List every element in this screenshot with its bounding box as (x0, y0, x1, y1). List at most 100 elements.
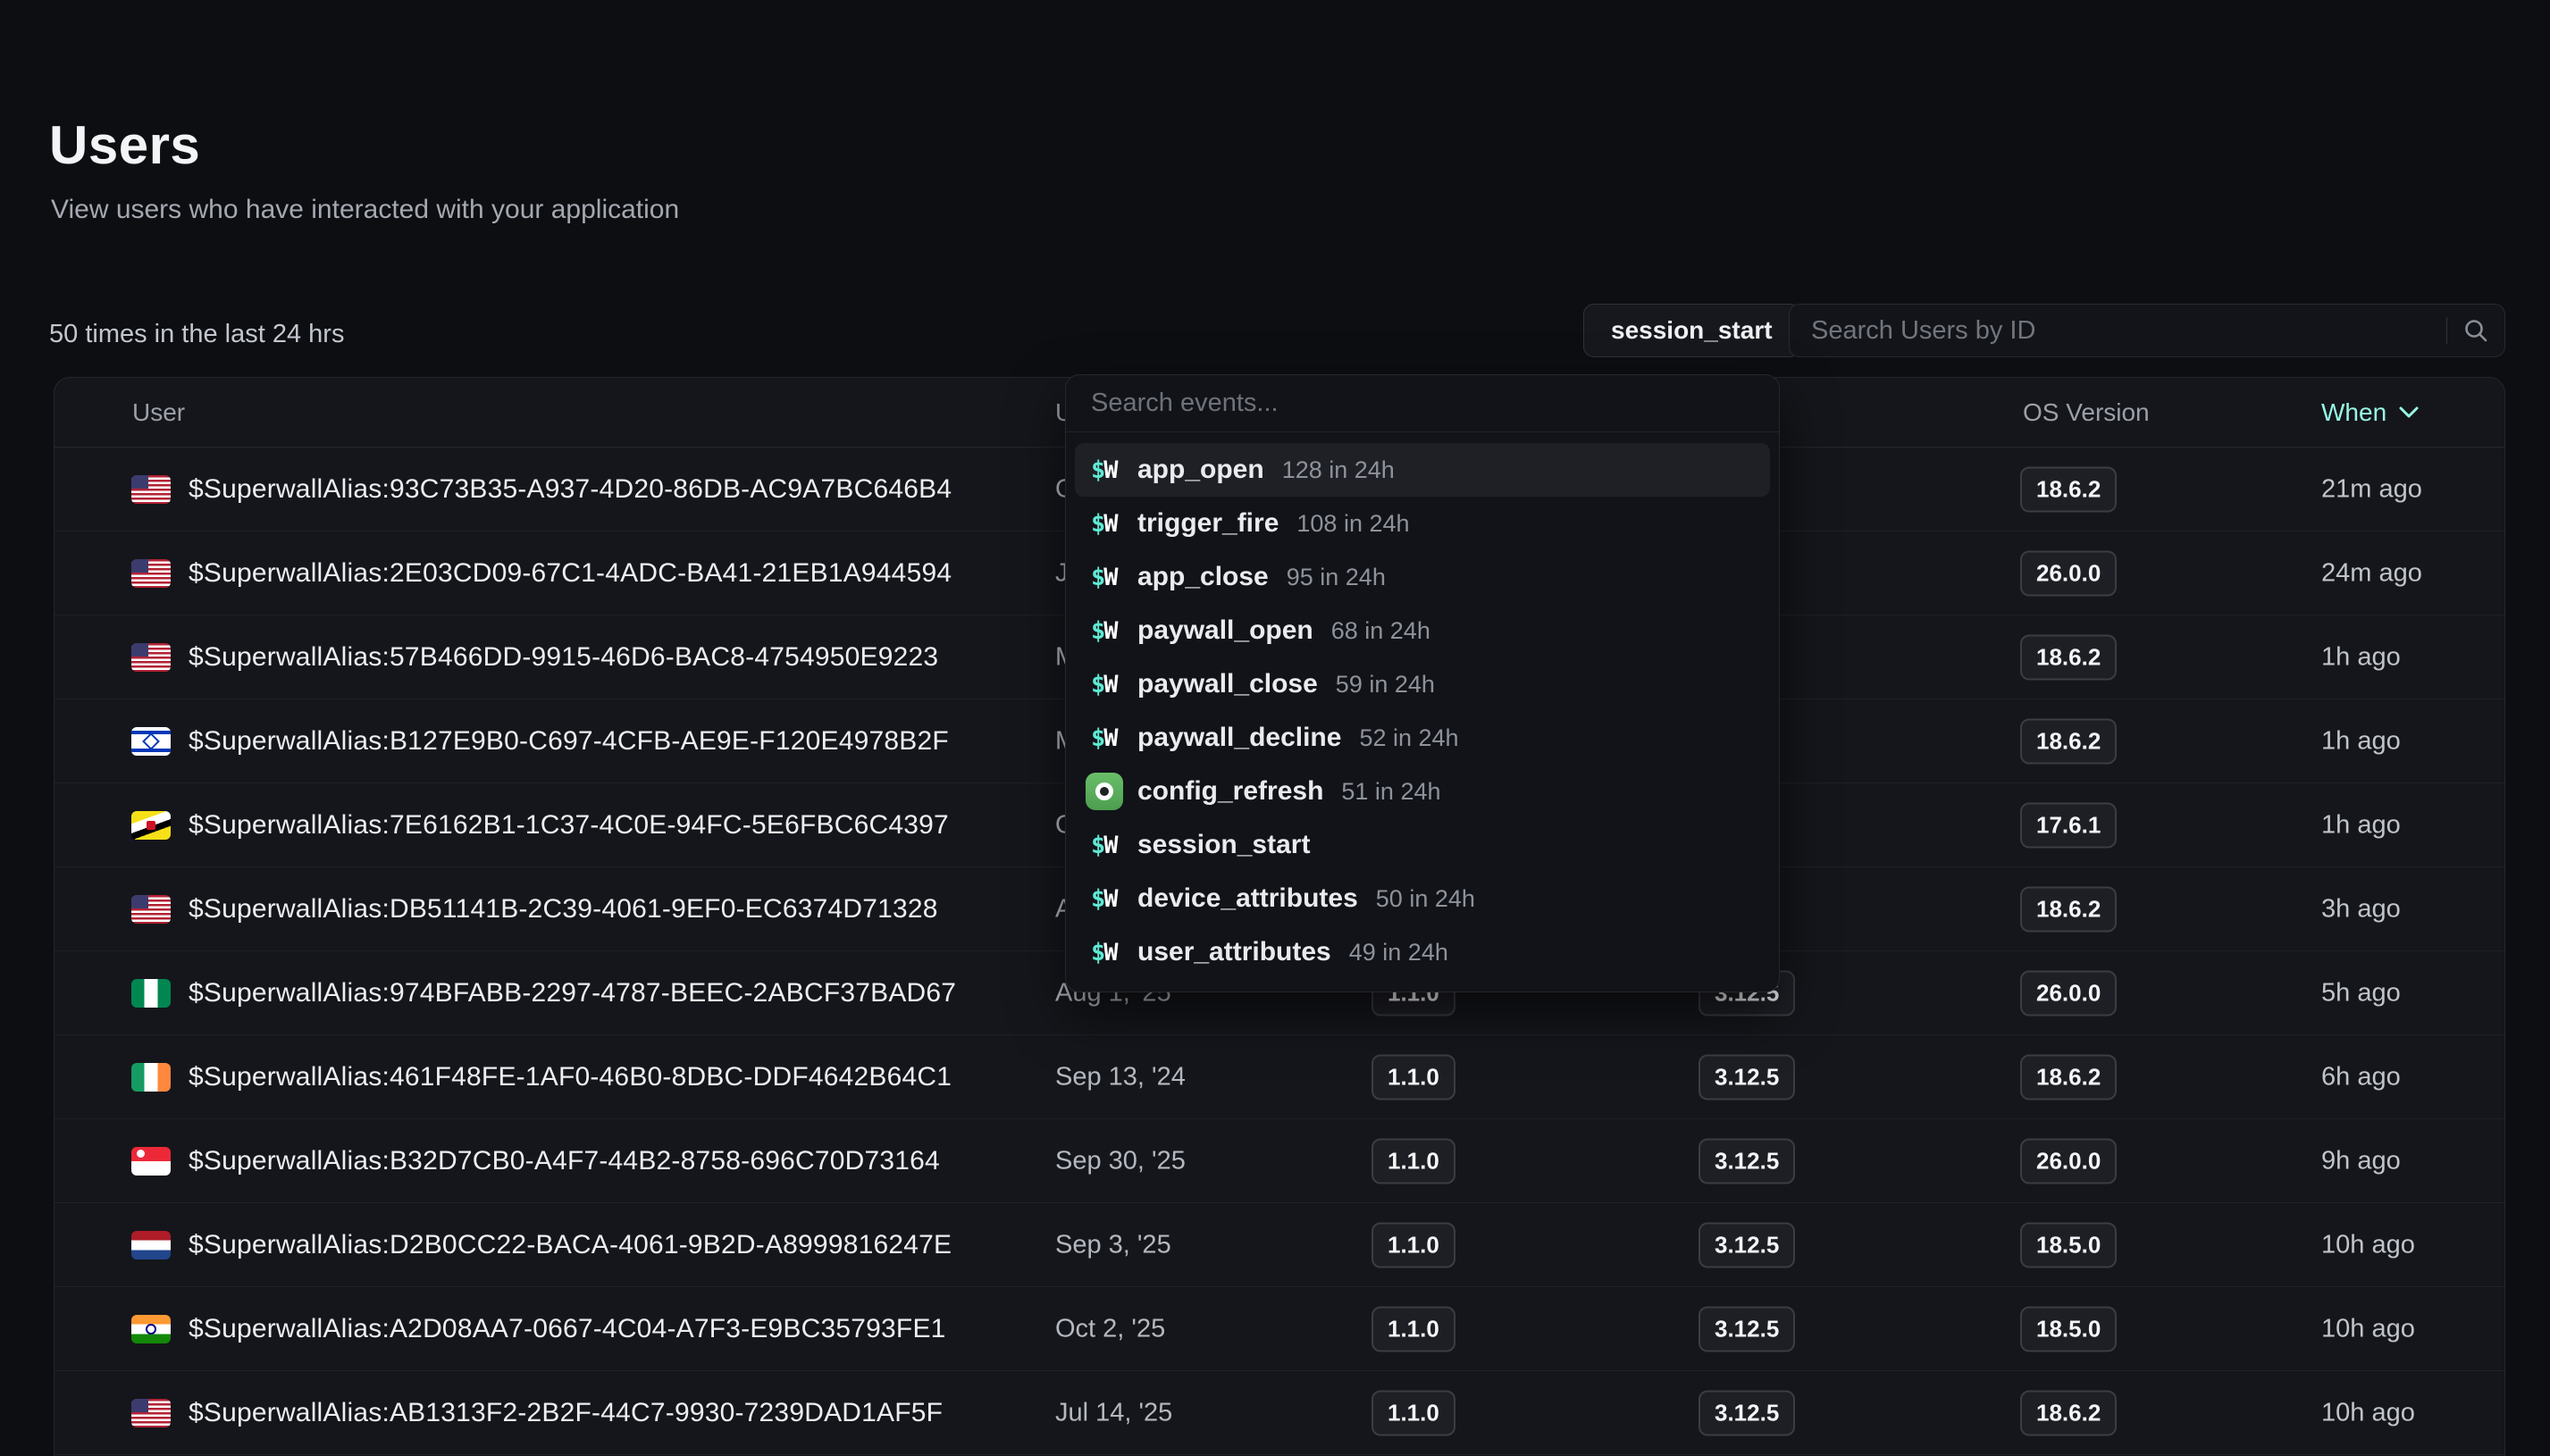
user-id: $SuperwallAlias:AB1313F2-2B2F-44C7-9930-… (189, 1398, 943, 1428)
header-when-sort[interactable]: When (2321, 398, 2419, 427)
user-search-input[interactable] (1790, 305, 2446, 356)
event-count: 52 in 24h (1359, 724, 1458, 752)
events-search-input[interactable] (1066, 375, 1779, 431)
event-count: 50 in 24h (1376, 885, 1475, 913)
when-value: 1h ago (2321, 642, 2401, 672)
superwall-event-icon: $W (1091, 617, 1137, 645)
sdk-version-badge: 1.1.0 (1371, 1390, 1455, 1435)
user-id: $SuperwallAlias:DB51141B-2C39-4061-9EF0-… (189, 894, 938, 925)
header-user: User (132, 398, 185, 427)
event-name: app_close (1137, 562, 1269, 592)
event-list-item[interactable]: $W user_attributes 49 in 24h (1075, 925, 1770, 979)
event-count: 68 in 24h (1331, 617, 1430, 645)
nl-flag-icon (131, 1231, 171, 1259)
os-version-badge: 17.6.1 (2020, 802, 2117, 848)
superwall-event-icon: $W (1091, 724, 1137, 752)
event-name: config_refresh (1137, 776, 1323, 807)
event-list-item[interactable]: $W session_start (1075, 818, 1770, 872)
event-name: app_open (1137, 455, 1264, 485)
when-value: 21m ago (2321, 474, 2422, 504)
when-value: 10h ago (2321, 1230, 2415, 1259)
event-filter-button[interactable]: session_start (1583, 304, 1800, 357)
sdk-version-badge: 1.1.0 (1371, 1054, 1455, 1100)
sdk-version-badge: 1.1.0 (1371, 1138, 1455, 1184)
event-name: paywall_close (1137, 669, 1318, 699)
user-id: $SuperwallAlias:2E03CD09-67C1-4ADC-BA41-… (189, 558, 952, 589)
event-list-item[interactable]: config_refresh 51 in 24h (1075, 765, 1770, 818)
us-flag-icon (131, 475, 171, 504)
users-page: Users View users who have interacted wit… (0, 0, 2550, 1456)
table-row[interactable]: $SuperwallAlias:D2B0CC22-BACA-4061-9B2D-… (55, 1203, 2504, 1287)
when-value: 9h ago (2321, 1146, 2401, 1176)
event-count: 59 in 24h (1336, 671, 1435, 699)
page-title: Users (49, 114, 200, 176)
when-value: 1h ago (2321, 810, 2401, 840)
app-version-badge: 3.12.5 (1699, 1222, 1795, 1268)
user-id: $SuperwallAlias:D2B0CC22-BACA-4061-9B2D-… (189, 1230, 952, 1260)
os-version-badge: 26.0.0 (2020, 1138, 2117, 1184)
user-id: $SuperwallAlias:B127E9B0-C697-4CFB-AE9E-… (189, 726, 949, 757)
user-since: Sep 13, '24 (1055, 1062, 1186, 1092)
event-count: 49 in 24h (1349, 939, 1448, 966)
superwall-event-icon: $W (1091, 832, 1137, 859)
when-value: 10h ago (2321, 1314, 2415, 1343)
event-name: paywall_open (1137, 615, 1313, 646)
us-flag-icon (131, 559, 171, 588)
il-flag-icon (131, 727, 171, 756)
when-value: 6h ago (2321, 1062, 2401, 1092)
event-count-text: 50 times in the last 24 hrs (49, 320, 344, 349)
os-version-badge: 26.0.0 (2020, 970, 2117, 1016)
event-list-item[interactable]: $W paywall_decline 52 in 24h (1075, 711, 1770, 765)
event-list-item[interactable]: $W paywall_close 59 in 24h (1075, 657, 1770, 711)
superwall-event-icon: $W (1091, 939, 1137, 966)
header-os-version: OS Version (2023, 398, 2150, 427)
when-value: 10h ago (2321, 1398, 2415, 1427)
superwall-event-icon: $W (1091, 510, 1137, 538)
app-version-badge: 3.12.5 (1699, 1306, 1795, 1351)
user-since: Oct 2, '25 (1055, 1314, 1165, 1343)
when-value: 5h ago (2321, 978, 2401, 1008)
superwall-event-icon: $W (1091, 671, 1137, 699)
user-id: $SuperwallAlias:7E6162B1-1C37-4C0E-94FC-… (189, 810, 949, 841)
user-since: Sep 30, '25 (1055, 1146, 1186, 1176)
user-id: $SuperwallAlias:57B466DD-9915-46D6-BAC8-… (189, 642, 938, 673)
sdk-version-badge: 1.1.0 (1371, 1306, 1455, 1351)
table-row[interactable]: $SuperwallAlias:AB1313F2-2B2F-44C7-9930-… (55, 1371, 2504, 1455)
event-count: 51 in 24h (1341, 778, 1440, 806)
superwall-event-icon: $W (1091, 885, 1137, 913)
search-icon[interactable] (2447, 317, 2504, 344)
os-version-badge: 18.5.0 (2020, 1222, 2117, 1268)
event-name: device_attributes (1137, 883, 1358, 914)
table-row[interactable]: $SuperwallAlias:461F48FE-1AF0-46B0-8DBC-… (55, 1035, 2504, 1119)
table-row[interactable]: $SuperwallAlias:A2D08AA7-0667-4C04-A7F3-… (55, 1287, 2504, 1371)
us-flag-icon (131, 1399, 171, 1427)
events-list: $W app_open 128 in 24h $W trigger_fire 1… (1066, 432, 1779, 992)
in-flag-icon (131, 1315, 171, 1343)
superwall-event-icon: $W (1091, 456, 1137, 484)
os-version-badge: 18.6.2 (2020, 1054, 2117, 1100)
user-since: Jul 14, '25 (1055, 1398, 1172, 1427)
app-version-badge: 3.12.5 (1699, 1054, 1795, 1100)
event-list-item[interactable]: $W app_open 128 in 24h (1075, 443, 1770, 497)
app-version-badge: 3.12.5 (1699, 1390, 1795, 1435)
user-id: $SuperwallAlias:93C73B35-A937-4D20-86DB-… (189, 474, 952, 505)
event-count: 128 in 24h (1282, 456, 1395, 484)
table-row[interactable]: $SuperwallAlias:B32D7CB0-A4F7-44B2-8758-… (55, 1119, 2504, 1203)
when-value: 1h ago (2321, 726, 2401, 756)
event-list-item[interactable]: $W paywall_open 68 in 24h (1075, 604, 1770, 657)
event-list-item[interactable]: $W device_attributes 50 in 24h (1075, 872, 1770, 925)
app-version-badge: 3.12.5 (1699, 1138, 1795, 1184)
user-search-box (1789, 304, 2505, 357)
user-since: Sep 3, '25 (1055, 1230, 1171, 1259)
superwall-event-icon: $W (1091, 564, 1137, 591)
event-list-item[interactable]: $W trigger_fire 108 in 24h (1075, 497, 1770, 550)
user-id: $SuperwallAlias:A2D08AA7-0667-4C04-A7F3-… (189, 1314, 946, 1344)
sg-flag-icon (131, 1147, 171, 1176)
event-name: session_start (1137, 830, 1310, 860)
chevron-down-icon (2399, 406, 2419, 418)
event-name: paywall_decline (1137, 723, 1341, 753)
us-flag-icon (131, 643, 171, 672)
event-list-item[interactable]: $W app_close 95 in 24h (1075, 550, 1770, 604)
ng-flag-icon (131, 979, 171, 1008)
os-version-badge: 18.6.2 (2020, 466, 2117, 512)
